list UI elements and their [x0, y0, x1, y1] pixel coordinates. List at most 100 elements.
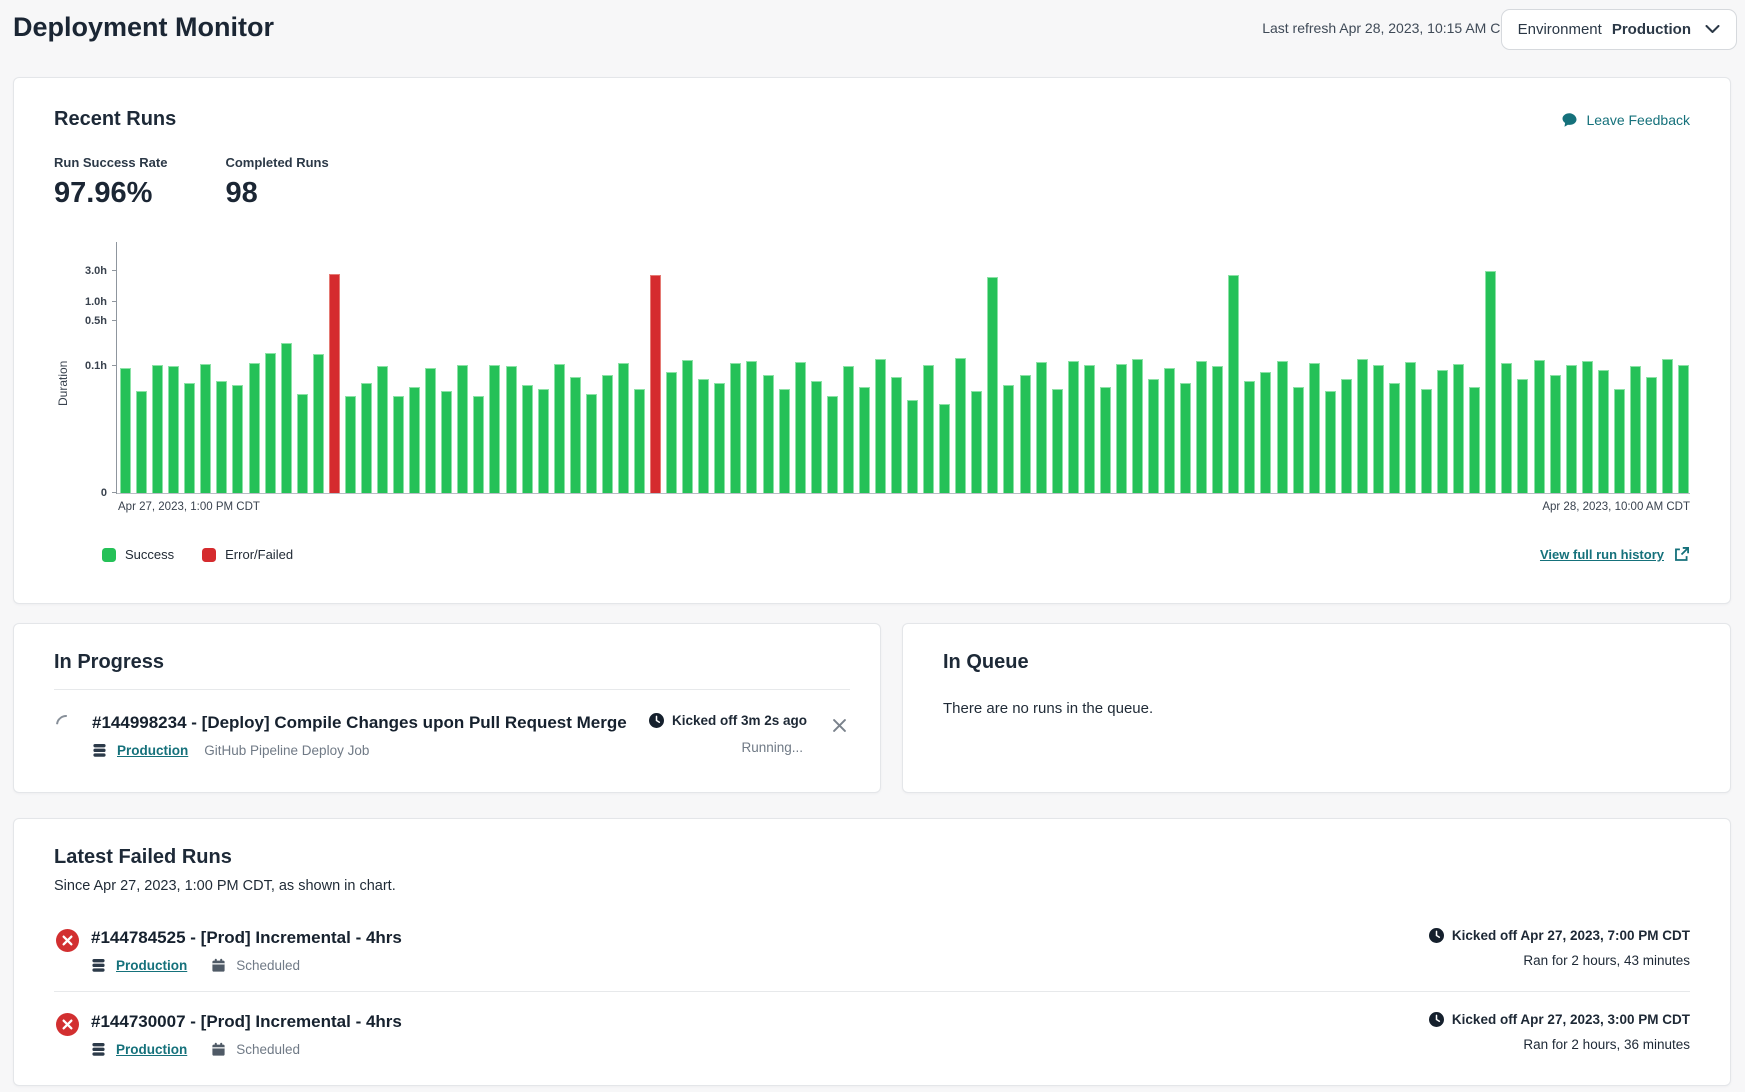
run-bar-success[interactable]: [1212, 366, 1223, 494]
run-bar-success[interactable]: [1550, 375, 1561, 494]
run-bar-success[interactable]: [1437, 370, 1448, 493]
run-bar-success[interactable]: [714, 383, 725, 493]
run-bar-success[interactable]: [1003, 385, 1014, 493]
run-bar-success[interactable]: [779, 389, 790, 493]
run-bar-success[interactable]: [602, 375, 613, 494]
run-bar-success[interactable]: [1662, 359, 1673, 493]
run-bar-success[interactable]: [1598, 370, 1609, 493]
run-bar-success[interactable]: [1020, 375, 1031, 494]
run-bar-success[interactable]: [1325, 391, 1336, 493]
run-bar-success[interactable]: [216, 381, 227, 493]
run-bar-success[interactable]: [1260, 372, 1271, 493]
run-bar-success[interactable]: [1501, 363, 1512, 493]
run-bar-success[interactable]: [1405, 362, 1416, 493]
run-bar-success[interactable]: [249, 363, 260, 493]
run-bar-success[interactable]: [425, 368, 436, 493]
run-bar-success[interactable]: [538, 389, 549, 493]
run-bar-success[interactable]: [1582, 361, 1593, 493]
run-bar-success[interactable]: [1534, 360, 1545, 493]
run-bar-success[interactable]: [891, 377, 902, 493]
run-bar-success[interactable]: [136, 391, 147, 493]
run-bar-success[interactable]: [281, 343, 292, 493]
run-bar-success[interactable]: [1084, 365, 1095, 493]
production-link[interactable]: Production: [116, 958, 187, 973]
run-bar-success[interactable]: [827, 396, 838, 493]
run-bar-success[interactable]: [1068, 361, 1079, 493]
run-bar-success[interactable]: [698, 379, 709, 493]
run-bar-success[interactable]: [120, 368, 131, 493]
run-bar-success[interactable]: [746, 361, 757, 493]
run-bar-success[interactable]: [1357, 359, 1368, 493]
production-link[interactable]: Production: [116, 1042, 187, 1057]
run-bar-success[interactable]: [152, 365, 163, 493]
run-bar-success[interactable]: [971, 391, 982, 493]
run-bar-success[interactable]: [506, 366, 517, 494]
run-bar-success[interactable]: [618, 363, 629, 494]
run-bar-success[interactable]: [265, 353, 276, 493]
run-bar-success[interactable]: [730, 363, 741, 493]
view-full-run-history-link[interactable]: View full run history: [1540, 546, 1690, 563]
run-bar-success[interactable]: [1341, 379, 1352, 493]
run-bar-success[interactable]: [666, 372, 677, 493]
run-bar-success[interactable]: [1421, 389, 1432, 493]
run-bar-success[interactable]: [875, 359, 886, 493]
run-bar-success[interactable]: [795, 362, 806, 493]
run-bar-success[interactable]: [1116, 364, 1127, 493]
run-bar-success[interactable]: [1309, 363, 1320, 494]
run-bar-success[interactable]: [1630, 366, 1641, 493]
run-bar-success[interactable]: [1453, 364, 1464, 493]
run-bar-success[interactable]: [473, 396, 484, 493]
run-bar-success[interactable]: [570, 377, 581, 493]
run-bar-success[interactable]: [184, 383, 195, 493]
environment-select[interactable]: Environment Production: [1501, 9, 1737, 50]
run-bar-success[interactable]: [907, 400, 918, 493]
run-bar-success[interactable]: [393, 396, 404, 493]
run-bar-success[interactable]: [345, 396, 356, 493]
leave-feedback-link[interactable]: Leave Feedback: [1561, 112, 1690, 128]
run-bar-success[interactable]: [1566, 365, 1577, 493]
run-bar-success[interactable]: [1036, 362, 1047, 493]
run-bar-success[interactable]: [168, 366, 179, 494]
run-bar-success[interactable]: [955, 358, 966, 493]
run-bar-success[interactable]: [1132, 359, 1143, 493]
run-bar-success[interactable]: [1148, 379, 1159, 493]
run-bar-success[interactable]: [1180, 383, 1191, 493]
run-bar-success[interactable]: [811, 381, 822, 493]
run-bar-success[interactable]: [1196, 361, 1207, 493]
run-bar-success[interactable]: [682, 360, 693, 493]
run-bar-success[interactable]: [634, 389, 645, 493]
run-bar-success[interactable]: [1678, 365, 1689, 493]
run-bar-success[interactable]: [377, 366, 388, 493]
run-bar-success[interactable]: [1485, 271, 1496, 493]
run-bar-success[interactable]: [1164, 368, 1175, 493]
run-bar-success[interactable]: [1646, 377, 1657, 493]
run-bar-success[interactable]: [923, 365, 934, 493]
run-bar-success[interactable]: [1517, 379, 1528, 493]
run-bar-success[interactable]: [1614, 389, 1625, 493]
run-bar-success[interactable]: [939, 404, 950, 493]
run-bar-success[interactable]: [1293, 387, 1304, 493]
run-bar-success[interactable]: [1277, 361, 1288, 494]
run-bar-success[interactable]: [313, 354, 324, 493]
run-bar-success[interactable]: [489, 365, 500, 493]
run-bar-success[interactable]: [554, 364, 565, 493]
run-bar-success[interactable]: [522, 385, 533, 493]
run-bar-success[interactable]: [441, 391, 452, 493]
run-bar-success[interactable]: [843, 366, 854, 493]
run-bar-success[interactable]: [1228, 275, 1239, 493]
run-bar-success[interactable]: [1373, 365, 1384, 493]
run-bar-failed[interactable]: [650, 275, 661, 493]
run-bar-success[interactable]: [1244, 381, 1255, 493]
run-bar-success[interactable]: [1389, 383, 1400, 493]
run-bar-success[interactable]: [232, 385, 243, 493]
run-bar-success[interactable]: [297, 394, 308, 494]
run-bar-success[interactable]: [586, 394, 597, 494]
production-link[interactable]: Production: [117, 743, 188, 758]
run-bar-success[interactable]: [457, 365, 468, 493]
run-bar-success[interactable]: [1469, 387, 1480, 493]
run-bar-success[interactable]: [1100, 387, 1111, 493]
run-bar-success[interactable]: [361, 383, 372, 493]
run-bar-success[interactable]: [200, 364, 211, 493]
run-bar-failed[interactable]: [329, 274, 340, 493]
run-bar-success[interactable]: [987, 277, 998, 494]
